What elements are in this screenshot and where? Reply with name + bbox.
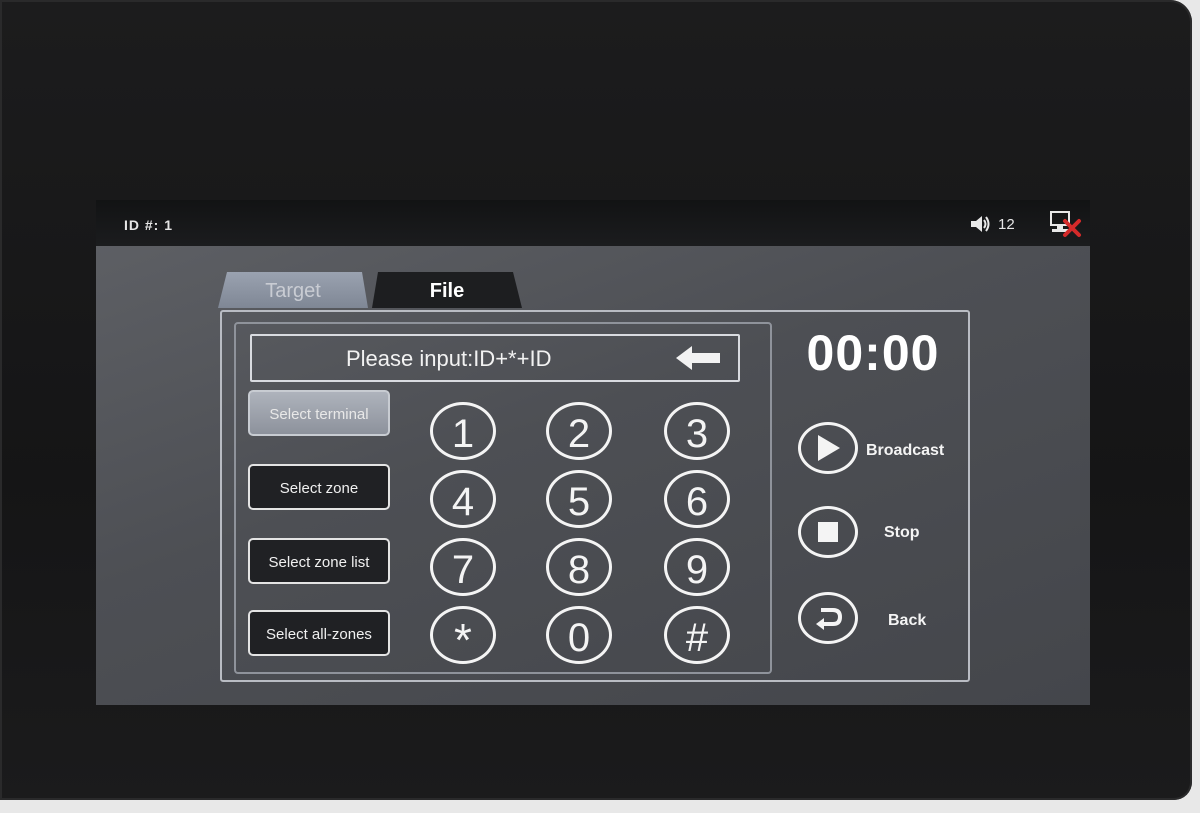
stop-icon[interactable]	[798, 506, 858, 558]
keypad-area: Please input:ID+*+ID Select terminal Sel…	[234, 322, 772, 674]
broadcast-panel: Please input:ID+*+ID Select terminal Sel…	[220, 310, 970, 682]
back-button-label[interactable]: Back	[888, 612, 926, 630]
key-7[interactable]: 7	[430, 538, 496, 596]
tab-file[interactable]: File	[372, 272, 522, 308]
id-input-field[interactable]: Please input:ID+*+ID	[250, 334, 740, 382]
key-2[interactable]: 2	[546, 402, 612, 460]
key-3[interactable]: 3	[664, 402, 730, 460]
key-8[interactable]: 8	[546, 538, 612, 596]
key-6[interactable]: 6	[664, 470, 730, 528]
status-bar: ID #: 1 12	[96, 200, 1090, 246]
key-1[interactable]: 1	[430, 402, 496, 460]
key-hash[interactable]: #	[664, 606, 730, 664]
key-5[interactable]: 5	[546, 470, 612, 528]
select-zone-button[interactable]: Select zone	[248, 464, 390, 510]
input-prompt: Please input:ID+*+ID	[346, 346, 552, 371]
tab-target[interactable]: Target	[218, 272, 368, 308]
network-disconnected-icon	[1048, 210, 1084, 241]
stop-button-label[interactable]: Stop	[884, 524, 920, 542]
speaker-icon	[970, 215, 992, 233]
back-icon[interactable]	[798, 592, 858, 644]
volume-value: 12	[998, 215, 1015, 233]
volume-indicator[interactable]: 12	[970, 215, 1015, 233]
select-zone-list-button[interactable]: Select zone list	[248, 538, 390, 584]
device-id-label: ID #: 1	[124, 217, 174, 233]
key-4[interactable]: 4	[430, 470, 496, 528]
select-terminal-button[interactable]: Select terminal	[248, 390, 390, 436]
broadcast-button-label[interactable]: Broadcast	[866, 442, 944, 460]
key-9[interactable]: 9	[664, 538, 730, 596]
key-0[interactable]: 0	[546, 606, 612, 664]
key-star[interactable]: *	[430, 606, 496, 666]
touch-screen: ID #: 1 12 Target File Please input:ID+*…	[96, 200, 1090, 705]
backspace-arrow-icon[interactable]	[674, 345, 722, 377]
select-all-zones-button[interactable]: Select all-zones	[248, 610, 390, 656]
broadcast-timer: 00:00	[806, 325, 940, 381]
play-icon[interactable]	[798, 422, 858, 474]
